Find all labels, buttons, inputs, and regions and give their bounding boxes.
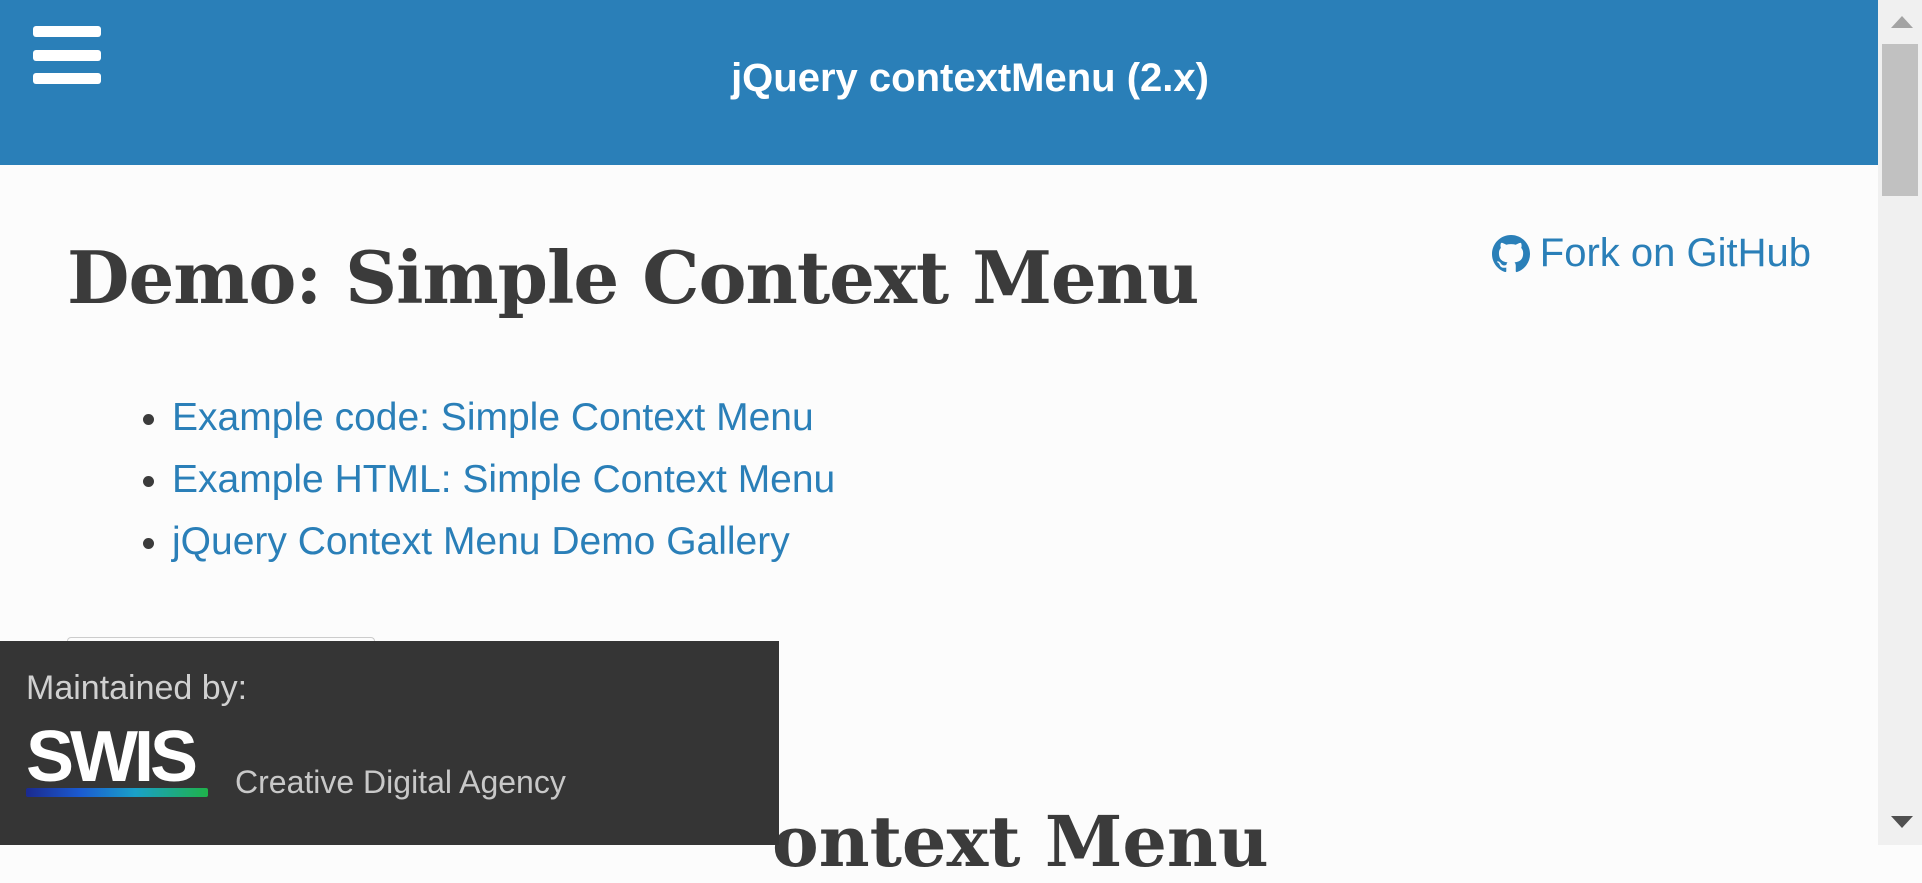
swis-logo: SWIS: [26, 717, 198, 797]
swis-logo-gradient-bar: [26, 788, 208, 797]
hamburger-line: [33, 26, 101, 37]
site-title: jQuery contextMenu (2.x): [731, 56, 1209, 100]
list-item: Example HTML: Simple Context Menu: [172, 449, 835, 511]
fork-on-github-link[interactable]: Fork on GitHub: [1491, 231, 1811, 276]
resource-links-list: Example code: Simple Context Menu Exampl…: [108, 387, 835, 573]
github-link-label: Fork on GitHub: [1539, 231, 1811, 275]
scroll-down-arrow-icon[interactable]: [1891, 816, 1913, 828]
demo-gallery-link[interactable]: jQuery Context Menu Demo Gallery: [172, 520, 790, 563]
maintainer-banner: Maintained by: SWIS Creative Digital Age…: [0, 641, 779, 845]
example-html-link[interactable]: Example HTML: Simple Context Menu: [172, 458, 835, 501]
agency-tagline: Creative Digital Agency: [235, 764, 566, 800]
maintained-by-label: Maintained by:: [26, 669, 248, 707]
list-item: Example code: Simple Context Menu: [172, 387, 835, 449]
scrollbar-thumb[interactable]: [1882, 44, 1918, 196]
list-item: jQuery Context Menu Demo Gallery: [172, 511, 835, 573]
example-code-link[interactable]: Example code: Simple Context Menu: [172, 396, 814, 439]
top-bar: jQuery contextMenu (2.x): [0, 0, 1878, 165]
section-title-text: ontext Menu: [772, 800, 1269, 883]
github-icon: [1491, 234, 1530, 272]
page-title: Demo: Simple Context Menu: [67, 235, 1199, 320]
vertical-scrollbar[interactable]: [1878, 0, 1922, 845]
scroll-up-arrow-icon[interactable]: [1891, 16, 1913, 28]
